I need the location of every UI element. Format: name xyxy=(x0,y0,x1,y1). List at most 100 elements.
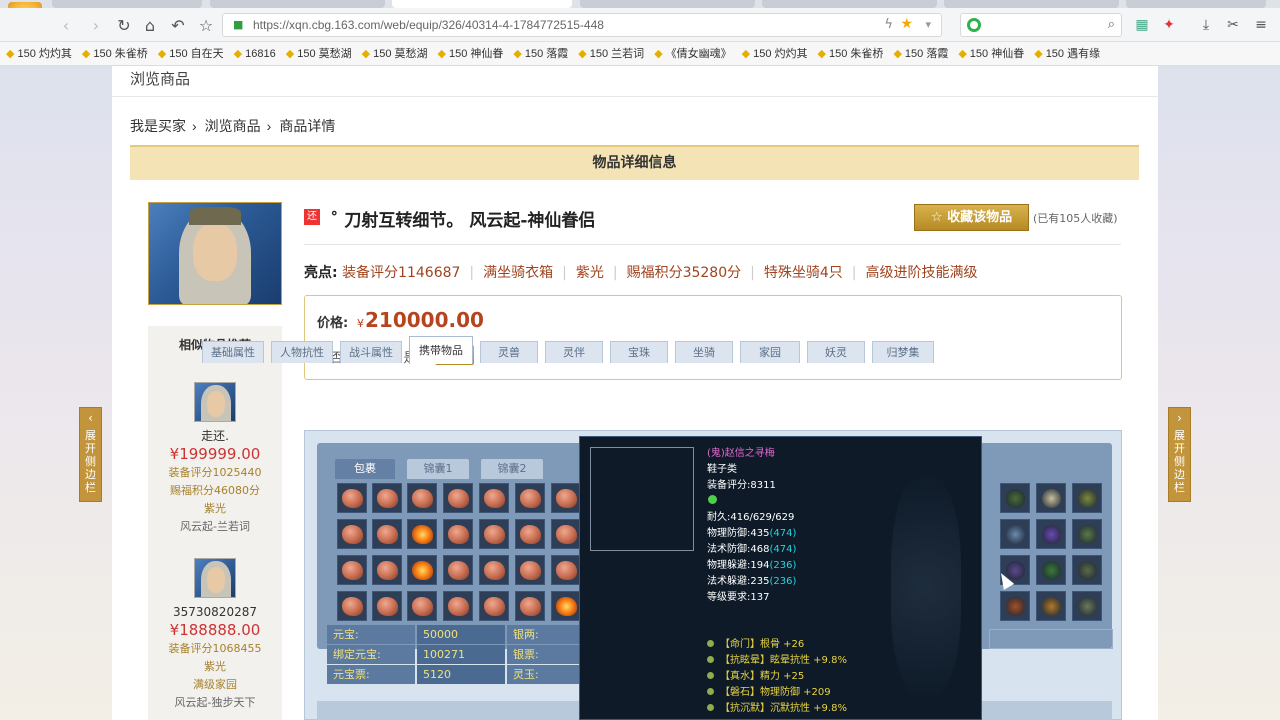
chevron-down-icon[interactable]: ▾ xyxy=(925,18,931,31)
bookmark-item[interactable]: ◆ 150 兰若词 xyxy=(572,42,648,65)
tab-dream[interactable]: 归梦集 xyxy=(872,341,934,363)
bookmark-item[interactable]: ◆ 150 莫愁湖 xyxy=(356,42,432,65)
bookmark-item[interactable]: ◆ 150 莫愁湖 xyxy=(280,42,356,65)
expand-left-sidebar-button[interactable]: ‹ 展开侧边栏 xyxy=(79,407,102,502)
tab-mount[interactable]: 坐骑 xyxy=(675,341,733,363)
inventory-slot[interactable] xyxy=(337,555,367,585)
flash-icon[interactable]: ϟ xyxy=(884,17,893,32)
browser-tab[interactable] xyxy=(944,0,1119,8)
inventory-slot[interactable] xyxy=(407,483,437,513)
tab-basic[interactable]: 基础属性 xyxy=(202,341,264,363)
inventory-slot[interactable] xyxy=(443,555,473,585)
browser-tab[interactable] xyxy=(52,0,202,8)
cut-icon[interactable]: ✂ xyxy=(1224,17,1242,35)
inventory-slot[interactable] xyxy=(1000,519,1030,549)
inventory-slot[interactable] xyxy=(551,591,581,621)
inventory-slot[interactable] xyxy=(515,519,545,549)
bookmark-item[interactable]: ◆ 16816 xyxy=(228,42,280,65)
bookmark-item[interactable]: ◆ 150 朱雀桥 xyxy=(812,42,888,65)
bookmark-item[interactable]: ◆ 150 灼灼其 xyxy=(736,42,812,65)
inventory-slot[interactable] xyxy=(479,483,509,513)
tab-battle[interactable]: 战斗属性 xyxy=(340,341,402,363)
inventory-slot[interactable] xyxy=(1000,483,1030,513)
inventory-slot[interactable] xyxy=(551,519,581,549)
browser-tab[interactable] xyxy=(762,0,937,8)
inventory-slot[interactable] xyxy=(479,519,509,549)
similar-item-avatar[interactable] xyxy=(194,382,236,422)
search-icon[interactable]: ⌕ xyxy=(1108,17,1115,32)
tab-companion[interactable]: 灵伴 xyxy=(545,341,603,363)
similar-item-avatar[interactable] xyxy=(194,558,236,598)
tab-home[interactable]: 家园 xyxy=(740,341,800,363)
browser-tab[interactable] xyxy=(210,0,385,8)
inventory-slot[interactable] xyxy=(551,483,581,513)
reload-icon[interactable]: ↻ xyxy=(114,16,134,35)
inventory-slot[interactable] xyxy=(1036,555,1066,585)
tab-resist[interactable]: 人物抗性 xyxy=(271,341,333,363)
bookmark-item[interactable]: ◆ 150 灼灼其 xyxy=(0,42,76,65)
bookmark-star-icon[interactable]: ☆ xyxy=(196,16,216,35)
inventory-slot[interactable] xyxy=(479,555,509,585)
browser-tab[interactable] xyxy=(1126,0,1266,8)
inventory-slot[interactable] xyxy=(515,591,545,621)
inventory-slot[interactable] xyxy=(1072,519,1102,549)
similar-item-card[interactable]: 走还. ¥199999.00 装备评分1025440 赐福积分46080分 紫光… xyxy=(148,382,282,536)
forward-icon[interactable]: › xyxy=(86,16,106,35)
tab-pouch-1[interactable]: 锦囊1 xyxy=(407,459,469,479)
download-icon[interactable]: ⤓ xyxy=(1197,17,1215,35)
inventory-slot[interactable] xyxy=(1000,591,1030,621)
game-icon[interactable]: ✦ xyxy=(1160,17,1178,35)
inventory-slot[interactable] xyxy=(407,555,437,585)
inventory-slot[interactable] xyxy=(479,591,509,621)
tab-demon[interactable]: 妖灵 xyxy=(807,341,865,363)
inventory-slot[interactable] xyxy=(337,483,367,513)
tab-orb[interactable]: 宝珠 xyxy=(610,341,668,363)
back-icon[interactable]: ‹ xyxy=(56,16,76,35)
search-input[interactable]: ⌕ xyxy=(960,13,1122,37)
tab-carry[interactable]: 携带物品 xyxy=(409,336,473,364)
bookmark-item[interactable]: ◆ 150 朱雀桥 xyxy=(76,42,152,65)
tab-pet[interactable]: 灵兽 xyxy=(480,341,538,363)
inventory-slot[interactable] xyxy=(372,483,402,513)
apps-grid-icon[interactable]: ▦ xyxy=(1133,17,1151,35)
bookmark-item[interactable]: ◆ 150 落霞 xyxy=(507,42,572,65)
breadcrumb-browse[interactable]: 浏览商品 xyxy=(205,118,261,134)
bookmark-item[interactable]: ◆ 150 神仙眷 xyxy=(952,42,1028,65)
inventory-slot[interactable] xyxy=(551,555,581,585)
bookmark-item[interactable]: ◆ 150 神仙眷 xyxy=(432,42,508,65)
inventory-slot[interactable] xyxy=(443,591,473,621)
bookmark-item[interactable]: ◆ 150 自在天 xyxy=(152,42,228,65)
bookmark-item[interactable]: ◆ 150 遇有缘 xyxy=(1028,42,1104,65)
favorite-star-icon[interactable]: ★ xyxy=(900,16,913,32)
inventory-slot[interactable] xyxy=(1036,591,1066,621)
inventory-slot[interactable] xyxy=(515,483,545,513)
undo-close-icon[interactable]: ↶ xyxy=(168,16,188,35)
bookmark-item[interactable]: ◆ 《倩女幽魂》 xyxy=(648,42,735,65)
favorite-button[interactable]: ☆ 收藏该物品 xyxy=(914,204,1029,231)
inventory-slot[interactable] xyxy=(337,591,367,621)
inventory-slot[interactable] xyxy=(1036,483,1066,513)
inventory-slot[interactable] xyxy=(1072,591,1102,621)
inventory-slot[interactable] xyxy=(372,519,402,549)
browser-tab[interactable] xyxy=(580,0,755,8)
inventory-slot[interactable] xyxy=(407,519,437,549)
expand-right-sidebar-button[interactable]: › 展开侧边栏 xyxy=(1168,407,1191,502)
menu-icon[interactable]: ≡ xyxy=(1252,17,1270,35)
inventory-slot[interactable] xyxy=(443,483,473,513)
inventory-slot[interactable] xyxy=(337,519,367,549)
bookmark-item[interactable]: ◆ 150 落霞 xyxy=(887,42,952,65)
breadcrumb-buyer[interactable]: 我是买家 xyxy=(130,118,186,134)
inventory-slot[interactable] xyxy=(1072,483,1102,513)
inventory-slot[interactable] xyxy=(1036,519,1066,549)
inventory-slot[interactable] xyxy=(1072,555,1102,585)
url-input[interactable]: ■ https://xqn.cbg.163.com/web/equip/326/… xyxy=(222,13,942,37)
inventory-slot[interactable] xyxy=(515,555,545,585)
home-icon[interactable]: ⌂ xyxy=(140,16,160,35)
inventory-slot[interactable] xyxy=(372,591,402,621)
tab-pouch-2[interactable]: 锦囊2 xyxy=(481,459,543,479)
inventory-slot[interactable] xyxy=(407,591,437,621)
tab-package[interactable]: 包裹 xyxy=(335,459,395,479)
inventory-slot[interactable] xyxy=(443,519,473,549)
similar-item-card[interactable]: 35730820287 ¥188888.00 装备评分1068455 紫光 满级… xyxy=(148,558,282,712)
browser-tab-active[interactable] xyxy=(392,0,572,8)
